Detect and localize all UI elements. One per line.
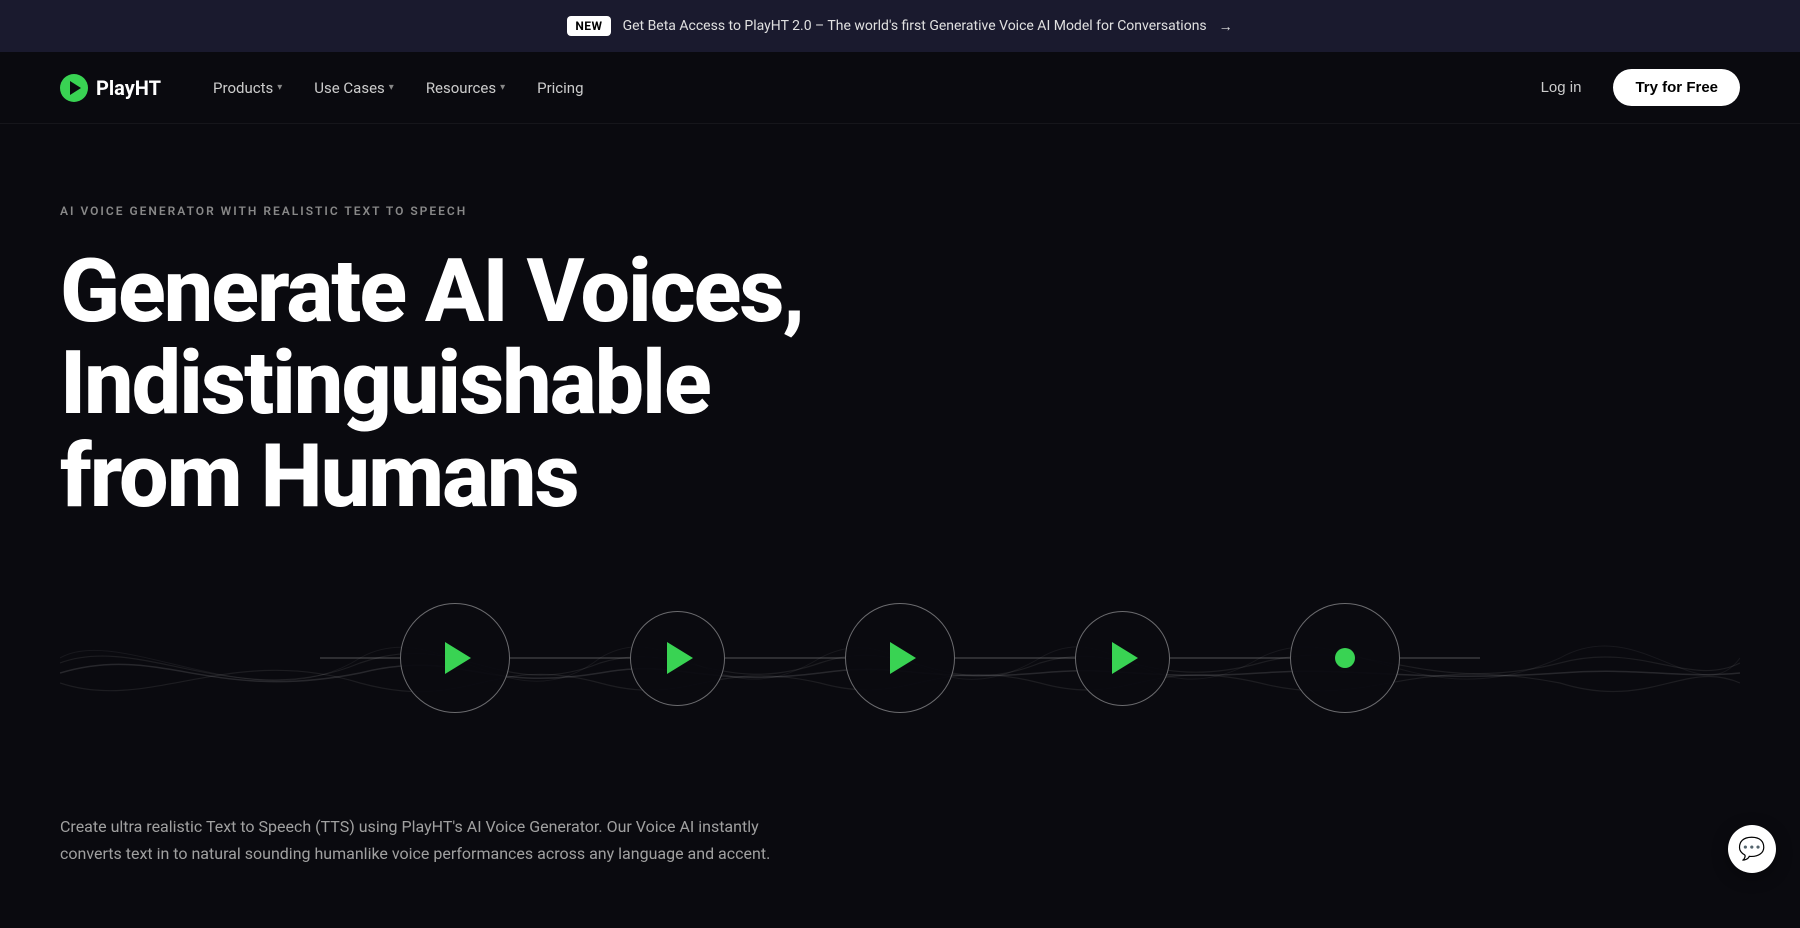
audio-section	[60, 583, 1740, 763]
play-button-4-container	[1075, 611, 1170, 706]
hero-label: AI VOICE GENERATOR WITH REALISTIC TEXT T…	[60, 204, 1740, 218]
nav-item-resources[interactable]: Resources ▾	[414, 71, 517, 105]
play-icon-2	[667, 642, 693, 674]
nav-label-pricing: Pricing	[537, 79, 583, 97]
wave-connector-0	[320, 657, 400, 659]
wave-connector-1	[510, 657, 630, 659]
chevron-down-icon: ▾	[500, 82, 505, 93]
chevron-down-icon: ▾	[277, 82, 282, 93]
play-button-4[interactable]	[1075, 611, 1170, 706]
hero-title-line1: Generate AI Voices,	[60, 240, 803, 343]
play-button-1-container	[400, 603, 510, 713]
hero-section: AI VOICE GENERATOR WITH REALISTIC TEXT T…	[0, 124, 1800, 928]
logo-text: PlayHT	[96, 76, 161, 100]
chat-widget[interactable]: 💬	[1728, 825, 1776, 873]
play-button-1[interactable]	[400, 603, 510, 713]
new-badge: NEW	[567, 16, 610, 36]
logo[interactable]: PlayHT	[60, 74, 161, 102]
dot-icon-5	[1335, 648, 1355, 668]
try-free-button[interactable]: Try for Free	[1613, 69, 1740, 106]
nav-label-use-cases: Use Cases	[314, 79, 385, 97]
play-icon-1	[445, 642, 471, 674]
wave-connector-2	[725, 657, 845, 659]
logo-icon	[60, 74, 88, 102]
chat-icon: 💬	[1738, 837, 1765, 862]
logo-play-icon	[70, 81, 81, 95]
nav-item-pricing[interactable]: Pricing	[525, 71, 595, 105]
banner-arrow: →	[1219, 18, 1233, 35]
nav-item-products[interactable]: Products ▾	[201, 71, 294, 105]
play-button-5-container	[1290, 603, 1400, 713]
nav-label-resources: Resources	[426, 79, 496, 97]
hero-title: Generate AI Voices, Indistinguishable fr…	[60, 246, 860, 523]
top-banner[interactable]: NEW Get Beta Access to PlayHT 2.0 – The …	[0, 0, 1800, 52]
nav-right: Log in Try for Free	[1529, 69, 1740, 106]
nav-links: Products ▾ Use Cases ▾ Resources ▾ Prici…	[201, 71, 595, 105]
hero-description: Create ultra realistic Text to Speech (T…	[60, 813, 820, 867]
wave-connector-5	[1400, 657, 1480, 659]
play-button-5[interactable]	[1290, 603, 1400, 713]
nav-left: PlayHT Products ▾ Use Cases ▾ Resources …	[60, 71, 596, 105]
nav-label-products: Products	[213, 79, 273, 97]
wave-connector-4	[1170, 657, 1290, 659]
play-icon-3	[890, 642, 916, 674]
hero-title-line2: Indistinguishable from Humans	[60, 332, 710, 527]
play-icon-4	[1112, 642, 1138, 674]
wave-connector-3	[955, 657, 1075, 659]
nav-item-use-cases[interactable]: Use Cases ▾	[302, 71, 406, 105]
play-button-2-container	[630, 611, 725, 706]
navbar: PlayHT Products ▾ Use Cases ▾ Resources …	[0, 52, 1800, 124]
play-button-3[interactable]	[845, 603, 955, 713]
play-button-2[interactable]	[630, 611, 725, 706]
chevron-down-icon: ▾	[389, 82, 394, 93]
login-button[interactable]: Log in	[1529, 71, 1594, 104]
play-button-3-container	[845, 603, 955, 713]
banner-text: Get Beta Access to PlayHT 2.0 – The worl…	[623, 18, 1207, 34]
play-buttons-row	[60, 583, 1740, 713]
